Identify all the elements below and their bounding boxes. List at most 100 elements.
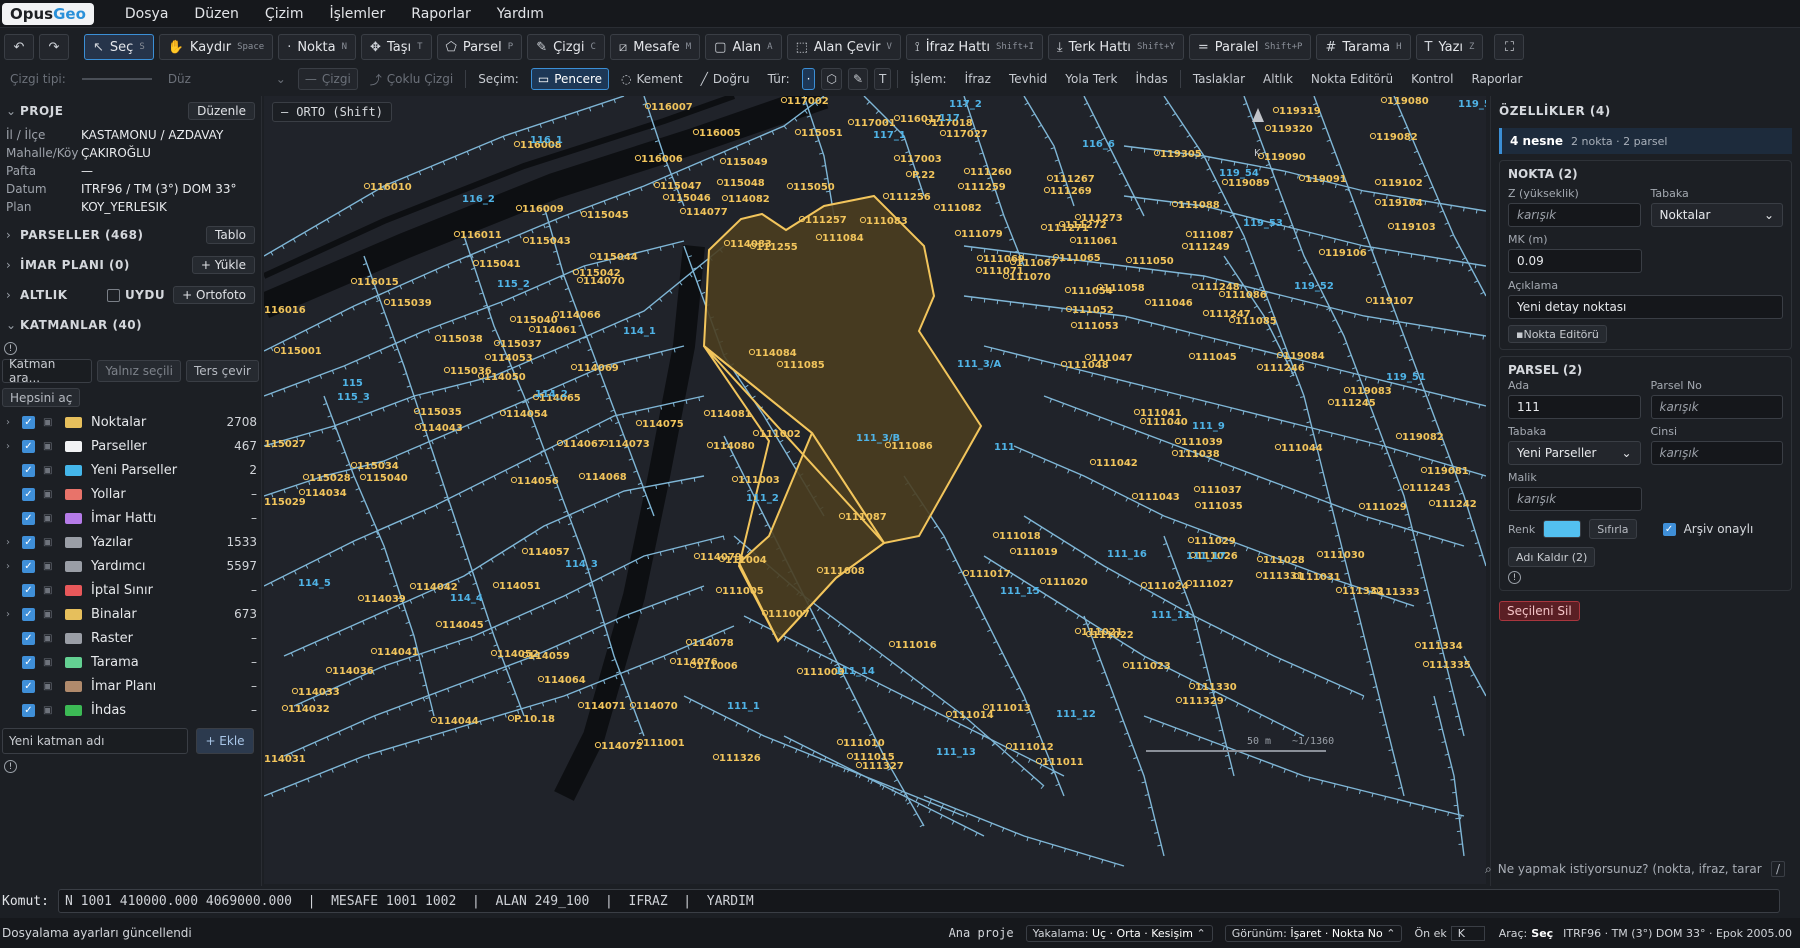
layer-color-swatch[interactable]	[65, 560, 82, 572]
tab-nokta-editoru[interactable]: Nokta Editörü	[1305, 68, 1399, 90]
invert-button[interactable]: Ters çevir	[185, 360, 259, 382]
survey-point[interactable]	[434, 334, 442, 342]
survey-point[interactable]	[693, 552, 701, 560]
survey-point[interactable]	[490, 649, 498, 657]
survey-point[interactable]	[363, 182, 371, 190]
survey-point[interactable]	[507, 714, 515, 722]
survey-point[interactable]	[1188, 352, 1196, 360]
survey-point[interactable]	[291, 687, 299, 695]
menu-raporlar[interactable]: Raporlar	[398, 0, 483, 28]
survey-point[interactable]	[905, 170, 913, 178]
layer-visible-checkbox[interactable]: ✓	[22, 631, 35, 645]
only-selected-button[interactable]: Yalnız seçili	[97, 360, 181, 382]
lock-icon[interactable]: ▣	[43, 585, 57, 596]
survey-point[interactable]	[882, 192, 890, 200]
survey-point[interactable]	[472, 259, 480, 267]
menu-yardim[interactable]: Yardım	[484, 0, 557, 28]
tool-parallel-button[interactable]: = Paralel Shift+P	[1188, 34, 1312, 60]
survey-point[interactable]	[954, 229, 962, 237]
survey-point[interactable]	[1133, 408, 1141, 416]
layer-color-swatch[interactable]	[65, 488, 82, 500]
survey-point[interactable]	[570, 363, 578, 371]
survey-point[interactable]	[430, 716, 438, 724]
survey-point[interactable]	[1074, 213, 1082, 221]
survey-point[interactable]	[752, 429, 760, 437]
survey-point[interactable]	[577, 701, 585, 709]
survey-point[interactable]	[1046, 174, 1054, 182]
tool-abandon-line-button[interactable]: ⤓ Terk Hattı Shift+Y	[1047, 34, 1184, 60]
project-section-header[interactable]: ⌄ PROJE Düzenle	[0, 96, 261, 126]
survey-point[interactable]	[846, 752, 854, 760]
survey-point[interactable]	[370, 647, 378, 655]
op-ihdas[interactable]: İhdas	[1129, 68, 1173, 90]
survey-point[interactable]	[1069, 236, 1077, 244]
chevron-right-icon[interactable]: ›	[6, 441, 22, 452]
assistant-input[interactable]: Ne yapmak istiyorsunuz? (nokta, ifraz, t…	[1498, 862, 1765, 876]
layer-visible-checkbox[interactable]: ✓	[22, 535, 35, 549]
parcel-no-field[interactable]: karışık	[1650, 395, 1783, 419]
survey-point[interactable]	[1374, 198, 1382, 206]
survey-point[interactable]	[1255, 571, 1263, 579]
layer-visible-checkbox[interactable]: ✓	[22, 487, 35, 501]
chevron-right-icon[interactable]: ›	[6, 537, 22, 548]
layer-row[interactable]: ✓ ▣ İmar Planı –	[0, 674, 261, 698]
survey-point[interactable]	[836, 738, 844, 746]
survey-point[interactable]	[685, 638, 693, 646]
lock-icon[interactable]: ▣	[43, 513, 57, 524]
layer-color-swatch[interactable]	[65, 608, 82, 620]
survey-point[interactable]	[1343, 386, 1351, 394]
survey-point[interactable]	[1122, 661, 1130, 669]
survey-point[interactable]	[350, 461, 358, 469]
tool-area-button[interactable]: ▢ Alan A	[705, 34, 782, 60]
survey-point[interactable]	[794, 128, 802, 136]
survey-point[interactable]	[1428, 499, 1436, 507]
add-layer-button[interactable]: + Ekle	[196, 728, 254, 754]
survey-point[interactable]	[1272, 106, 1280, 114]
color-swatch[interactable]	[1543, 520, 1582, 538]
survey-point[interactable]	[662, 193, 670, 201]
survey-point[interactable]	[492, 581, 500, 589]
survey-point[interactable]	[1193, 485, 1201, 493]
survey-point[interactable]	[653, 181, 661, 189]
description-field[interactable]: Yeni detay noktası	[1508, 295, 1783, 319]
survey-point[interactable]	[635, 419, 643, 427]
layer-row[interactable]: ✓ ▣ Yeni Parseller 2	[0, 458, 261, 482]
survey-point[interactable]	[1131, 492, 1139, 500]
redo-button[interactable]: ↷	[39, 34, 69, 60]
survey-point[interactable]	[1202, 309, 1210, 317]
layer-visible-checkbox[interactable]: ✓	[22, 679, 35, 693]
survey-point[interactable]	[786, 182, 794, 190]
survey-point[interactable]	[1139, 417, 1147, 425]
point-layer-select[interactable]: Noktalar ⌄	[1650, 203, 1783, 227]
tool-distance-button[interactable]: ⧄ Mesafe M	[609, 34, 701, 60]
layer-visible-checkbox[interactable]: ✓	[22, 439, 35, 453]
survey-point[interactable]	[945, 710, 953, 718]
survey-point[interactable]	[325, 666, 333, 674]
survey-point[interactable]	[1387, 222, 1395, 230]
survey-point[interactable]	[1181, 242, 1189, 250]
layer-color-swatch[interactable]	[65, 704, 82, 716]
layer-visible-checkbox[interactable]: ✓	[22, 415, 35, 429]
layer-row[interactable]: ✓ ▣ İhdas –	[0, 698, 261, 722]
ada-field[interactable]: 111	[1508, 395, 1641, 419]
parcels-section-header[interactable]: › PARSELLER (468) Tablo	[0, 220, 261, 250]
line-type-preview[interactable]	[81, 78, 152, 80]
survey-point[interactable]	[975, 266, 983, 274]
survey-point[interactable]	[1420, 466, 1428, 474]
survey-point[interactable]	[1191, 282, 1199, 290]
survey-point[interactable]	[1039, 577, 1047, 585]
layer-color-swatch[interactable]	[65, 584, 82, 596]
survey-point[interactable]	[957, 182, 965, 190]
survey-point[interactable]	[716, 178, 724, 186]
survey-point[interactable]	[578, 472, 586, 480]
layer-row[interactable]: ✓ ▣ Tarama –	[0, 650, 261, 674]
new-layer-input[interactable]: Yeni katman adı	[2, 728, 188, 754]
survey-point[interactable]	[1194, 501, 1202, 509]
lock-icon[interactable]: ▣	[43, 657, 57, 668]
survey-point[interactable]	[933, 203, 941, 211]
survey-point[interactable]	[939, 129, 947, 137]
survey-point[interactable]	[409, 582, 417, 590]
map-canvas[interactable]: 116007 116005 116008 116006 116010 116009 1160…	[264, 96, 1486, 884]
tool-line-button[interactable]: ✎ Çizgi C	[527, 34, 605, 60]
project-edit-button[interactable]: Düzenle	[188, 102, 255, 120]
